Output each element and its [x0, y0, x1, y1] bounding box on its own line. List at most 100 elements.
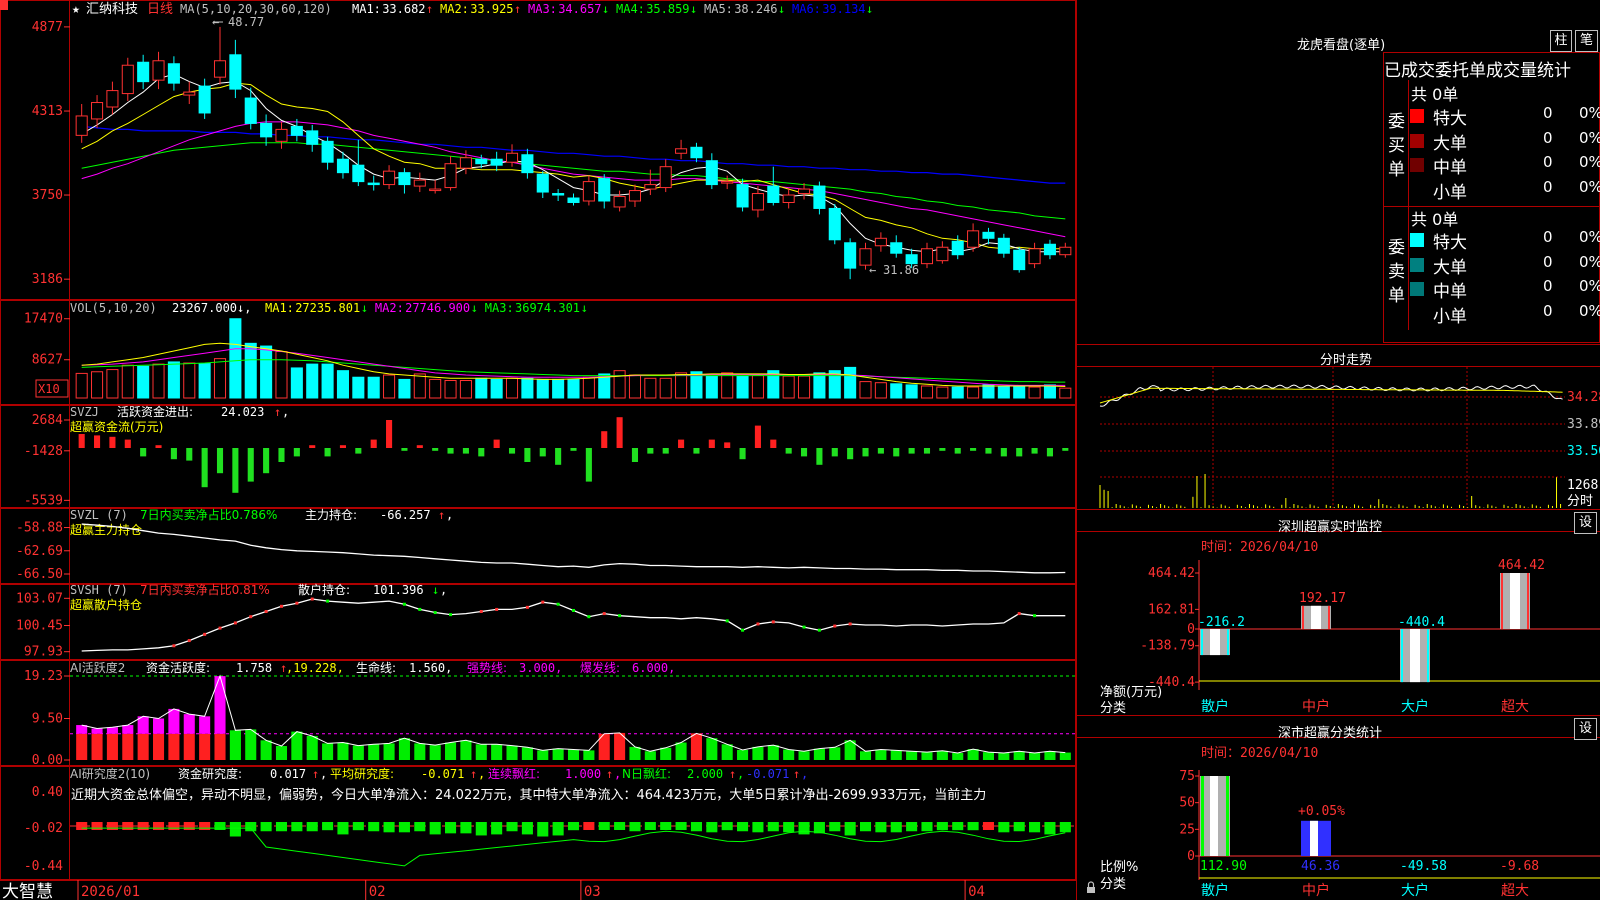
research-bar[interactable] — [598, 822, 610, 830]
activity-bar-top[interactable] — [91, 728, 103, 734]
volume-bar[interactable] — [213, 358, 227, 399]
stock-chart[interactable]: ★ 汇纳科技 日线 MA(5,10,20,30,60,120) MA1: 33.6… — [0, 0, 1600, 900]
candle[interactable] — [213, 26, 227, 85]
volume-bar[interactable] — [982, 384, 995, 399]
candle[interactable] — [1043, 239, 1056, 260]
research-bar[interactable] — [875, 822, 887, 833]
candle[interactable] — [398, 168, 411, 194]
research-bar[interactable] — [245, 822, 257, 832]
candle[interactable] — [767, 166, 780, 206]
volume-bar[interactable] — [475, 377, 488, 399]
volume-bar[interactable] — [459, 380, 472, 399]
fund-flow-bars[interactable] — [78, 417, 1069, 493]
research-bar[interactable] — [368, 822, 380, 832]
monitor-settings-button[interactable]: 设 — [1574, 512, 1597, 534]
activity-bar[interactable] — [260, 740, 272, 760]
volume-bar[interactable] — [567, 378, 580, 399]
research-bar[interactable] — [445, 822, 457, 834]
activity-bar[interactable] — [445, 742, 457, 760]
research-bar[interactable] — [291, 822, 303, 832]
candle[interactable] — [244, 87, 257, 130]
research-bar[interactable] — [106, 822, 118, 830]
fund-flow-bar[interactable] — [570, 448, 577, 451]
research-bar[interactable] — [214, 822, 226, 830]
activity-bar[interactable] — [998, 753, 1010, 760]
candle[interactable] — [75, 104, 88, 143]
fund-flow-bar[interactable] — [893, 448, 900, 457]
volume-bar[interactable] — [874, 382, 887, 399]
activity-bar[interactable] — [690, 733, 702, 760]
activity-bar-top[interactable] — [106, 727, 118, 734]
fund-flow-bar[interactable] — [1016, 448, 1023, 457]
research-bar[interactable] — [152, 822, 165, 830]
volume-bar[interactable] — [398, 378, 411, 399]
research-bar[interactable] — [122, 822, 134, 830]
research-bar[interactable] — [260, 822, 272, 832]
candle[interactable] — [444, 156, 457, 191]
activity-bar[interactable] — [767, 745, 779, 760]
activity-bar[interactable] — [337, 742, 349, 760]
research-bar[interactable] — [1029, 822, 1041, 833]
candle[interactable] — [383, 165, 396, 190]
research-bar[interactable] — [752, 822, 764, 833]
candle[interactable] — [828, 203, 841, 245]
research-bar[interactable] — [76, 822, 88, 830]
volume-bar[interactable] — [628, 374, 642, 399]
intraday-chart[interactable] — [1099, 367, 1565, 508]
activity-bar[interactable] — [152, 733, 165, 760]
activity-bar[interactable] — [936, 750, 948, 760]
candle[interactable] — [91, 95, 104, 128]
fund-flow-bar[interactable] — [847, 448, 854, 460]
activity-bar[interactable] — [721, 744, 733, 760]
fund-flow-bar[interactable] — [140, 448, 147, 457]
candle[interactable] — [675, 139, 688, 160]
volume-bar[interactable] — [1059, 387, 1072, 399]
fund-flow-bar[interactable] — [816, 448, 823, 465]
volume-bar[interactable] — [582, 376, 595, 399]
candle[interactable] — [521, 148, 534, 179]
volume-bar[interactable] — [290, 367, 303, 399]
candle[interactable] — [997, 233, 1010, 258]
fund-flow-bar[interactable] — [555, 448, 562, 465]
volume-bar[interactable] — [367, 376, 380, 399]
tick-mode-button[interactable]: 笔 — [1575, 30, 1598, 52]
research-bar[interactable] — [1044, 822, 1056, 835]
volume-bar[interactable] — [137, 365, 150, 399]
fund-flow-bar[interactable] — [1000, 448, 1007, 457]
classify-chart[interactable]: 75 50 25 0 +0.05% 112.90 散户 46.36 中户 -49.58 大户 -9.6… — [1179, 769, 1600, 899]
research-bar[interactable] — [1013, 822, 1025, 832]
activity-bar[interactable] — [137, 733, 149, 760]
fund-flow-bar[interactable] — [232, 448, 239, 493]
activity-bars[interactable] — [70, 674, 1075, 760]
fund-flow-bar[interactable] — [370, 439, 377, 448]
volume-bar[interactable] — [429, 378, 442, 399]
fund-flow-bar[interactable] — [478, 448, 485, 457]
candle[interactable] — [490, 151, 503, 172]
candle[interactable] — [152, 51, 165, 90]
volume-bar[interactable] — [75, 372, 88, 399]
volume-bar[interactable] — [413, 373, 426, 399]
fund-flow-bar[interactable] — [908, 448, 915, 454]
classify-bar[interactable] — [1200, 776, 1230, 856]
volume-bar[interactable] — [260, 345, 273, 399]
research-bar[interactable] — [567, 822, 580, 831]
activity-bar[interactable] — [798, 751, 810, 760]
volume-bar[interactable] — [705, 375, 718, 399]
fund-flow-bar[interactable] — [186, 448, 193, 461]
fund-flow-bar[interactable] — [216, 448, 224, 474]
candle[interactable] — [275, 121, 288, 149]
activity-bar[interactable] — [890, 750, 902, 760]
activity-bar[interactable] — [1029, 753, 1041, 760]
candle[interactable] — [321, 136, 334, 170]
fund-flow-bar[interactable] — [1046, 448, 1053, 457]
candle[interactable] — [890, 235, 903, 258]
research-bar[interactable] — [229, 822, 241, 837]
research-bar[interactable] — [414, 822, 426, 832]
research-bar[interactable] — [783, 822, 795, 833]
research-bar[interactable] — [629, 822, 641, 832]
activity-bar[interactable] — [737, 749, 749, 760]
candle[interactable] — [106, 81, 119, 115]
volume-bar[interactable] — [859, 381, 872, 399]
research-bar[interactable] — [583, 822, 595, 830]
activity-bar[interactable] — [475, 744, 487, 760]
